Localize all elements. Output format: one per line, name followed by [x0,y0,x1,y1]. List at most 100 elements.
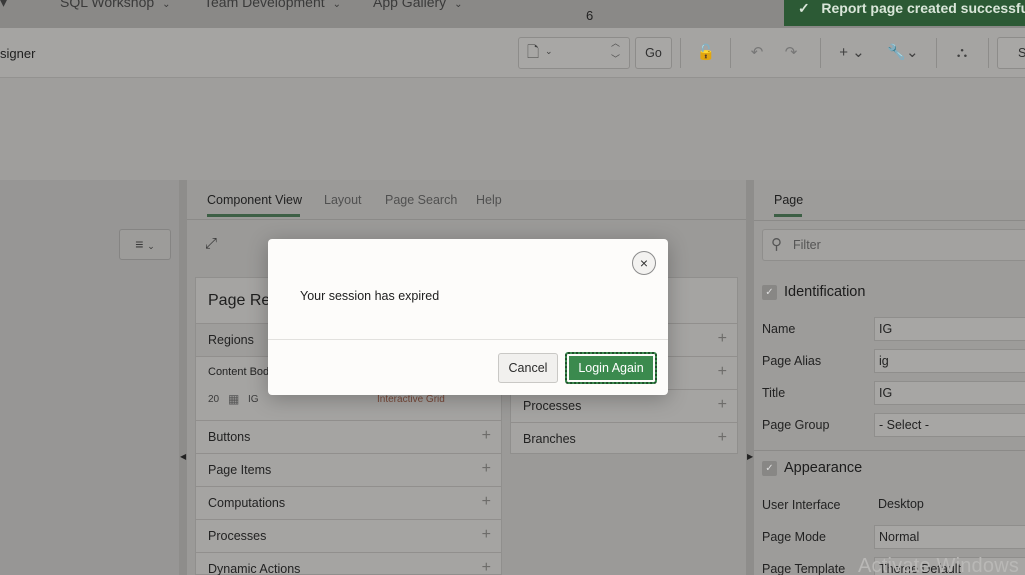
row-label: Page Items [208,463,272,477]
right-splitter[interactable]: ▶ [746,180,754,575]
nav-caret-icon[interactable]: ▾ [0,0,7,11]
dialog-divider [268,339,668,340]
collapse-icon[interactable]: ✓ [762,461,777,476]
create-menu-icon[interactable]: + ⌄ [834,38,870,68]
section-heading: Appearance [784,460,863,476]
divider [820,38,821,68]
success-toast: ✓ Report page created successfu [784,0,1025,26]
tab-help[interactable]: Help [476,193,502,207]
tree-node-computations[interactable]: Computations + [196,486,501,519]
divider [988,38,989,68]
divider [730,38,731,68]
row-label: Branches [523,432,576,446]
tab-page-search[interactable]: Page Search [385,193,457,207]
tree-node-processes[interactable]: Processes + [196,519,501,552]
nav-app-gallery[interactable]: App Gallery ⌄ [373,0,463,10]
divider [680,38,681,68]
section-heading: Identification [784,284,866,300]
filter-input[interactable]: ⚲ Filter [762,229,1025,261]
save-button[interactable]: S [997,37,1025,69]
chevron-down-icon: ⌄ [454,0,463,10]
region-grid-icon: ▦ [228,392,240,406]
collapse-right-icon[interactable]: ▶ [747,452,753,461]
tree-node-dynamic-actions[interactable]: Dynamic Actions + [196,552,501,575]
add-icon[interactable]: + [718,429,727,447]
hamburger-icon: ≡ [135,236,144,252]
collapse-left-icon[interactable]: ◀ [180,452,186,461]
tab-layout[interactable]: Layout [324,193,362,207]
nav-sql-workshop[interactable]: SQL Workshop ⌄ [60,0,171,10]
utilities-menu-icon[interactable]: 🔧⌄ [884,38,922,68]
header-band [0,78,1025,180]
property-label: Title [762,386,786,400]
add-icon[interactable]: + [482,427,491,445]
nav-label: SQL Workshop [60,0,155,10]
left-splitter[interactable]: ◀ [179,180,187,575]
add-icon[interactable]: + [482,526,491,544]
divider [754,450,1025,451]
property-label: Page Template [762,562,846,575]
redo-icon[interactable]: ↷ [777,38,805,68]
content-body-label: Content Bod [208,366,270,378]
add-icon[interactable]: + [718,363,727,381]
cancel-button[interactable]: Cancel [498,353,558,383]
property-label: Page Mode [762,530,826,544]
decrement-icon[interactable]: ﹀ [611,52,620,65]
expand-icon[interactable]: ⤢ [205,235,217,252]
region-name: IG [248,394,259,405]
page-designer-title: signer [0,46,36,61]
menu-button[interactable]: ≡ ⌄ [119,229,171,260]
title-field[interactable]: IG [874,381,1025,405]
collapse-icon[interactable]: ✓ [762,285,777,300]
search-icon: ⚲ [771,236,782,253]
divider [754,220,1025,221]
page-number-input[interactable]: 6 [586,8,593,23]
nav-team-development[interactable]: Team Development ⌄ [204,0,341,10]
tree-node-page-items[interactable]: Page Items + [196,453,501,486]
filter-placeholder: Filter [793,238,821,252]
page-alias-field[interactable]: ig [874,349,1025,373]
nav-label: Team Development [204,0,325,10]
page-selector[interactable]: 🗋 ⌄ 6 ︿ ﹀ [518,8,630,69]
user-interface-value: Desktop [878,497,924,511]
go-button[interactable]: Go [635,37,672,69]
login-again-button[interactable]: Login Again [565,352,657,384]
page-mode-select[interactable]: Normal [874,525,1025,549]
divider [936,38,937,68]
region-type: Interactive Grid [377,394,445,405]
active-tab-indicator [774,214,802,217]
regions-label: Regions [208,333,254,347]
tree-node-branches[interactable]: Branches + [511,422,737,455]
designer-toolbar [0,28,1025,78]
chevron-down-icon: ⌄ [332,0,342,10]
lock-icon[interactable]: 🔓 [692,38,720,68]
page-rendering-title: Page Rer [208,292,276,309]
section-appearance[interactable]: ✓ Appearance [754,453,1025,483]
add-icon[interactable]: + [718,330,727,348]
tab-component-view[interactable]: Component View [207,193,302,207]
undo-icon[interactable]: ↶ [743,38,771,68]
shared-components-icon[interactable]: ⛬ [948,38,976,68]
tree-node-buttons[interactable]: Buttons + [196,420,501,453]
chevron-down-icon: ⌄ [147,241,155,251]
page-group-select[interactable]: - Select - [874,413,1025,437]
toast-message: Report page created successfu [821,0,1025,16]
increment-icon[interactable]: ︿ [611,36,620,49]
dialog-message: Your session has expired [300,289,440,303]
add-icon[interactable]: + [482,559,491,575]
chevron-down-icon: ⌄ [162,0,171,10]
property-label: User Interface [762,498,841,512]
add-icon[interactable]: + [482,493,491,511]
add-icon[interactable]: + [482,460,491,478]
add-icon[interactable]: + [718,396,727,414]
page-icon: 🗋 [527,44,540,61]
section-identification[interactable]: ✓ Identification [754,277,1025,307]
property-label: Page Alias [762,354,822,368]
active-tab-indicator [207,214,300,217]
check-icon: ✓ [798,0,810,16]
tab-page[interactable]: Page [774,193,803,207]
region-sequence: 20 [208,394,220,405]
close-icon[interactable]: × [632,251,656,275]
property-label: Name [762,322,796,336]
name-field[interactable]: IG [874,317,1025,341]
